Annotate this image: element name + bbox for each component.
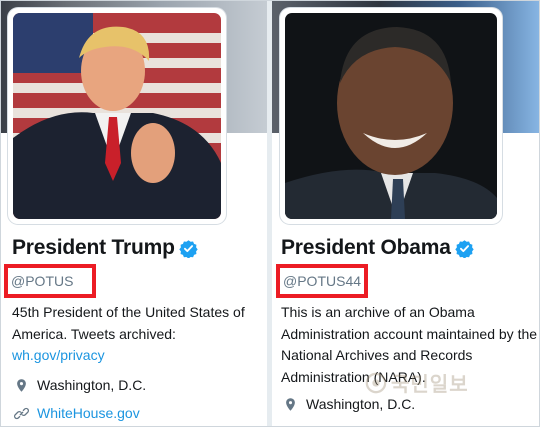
location-text: Washington, D.C. (306, 396, 416, 412)
profile-card-obama: President Obama @POTUS44 This is an arch… (272, 0, 540, 427)
profile-name-row: President Obama (281, 236, 474, 260)
avatar[interactable] (8, 8, 226, 224)
bio-link[interactable]: wh.gov/privacy (12, 347, 105, 363)
profile-card-trump: President Trump @POTUS 45th President of… (0, 0, 267, 427)
bio-line: Administration (NARA). (281, 368, 426, 385)
bio-line: America. Tweets archived: (12, 325, 176, 342)
link-icon (14, 407, 29, 419)
verified-badge-icon (455, 239, 474, 258)
profile-bio: 45th President of the United States of A… (12, 302, 263, 367)
bio-line: This is an archive of an Obama (281, 304, 475, 320)
website-link[interactable]: WhiteHouse.gov (37, 405, 140, 421)
profile-name[interactable]: President Obama (281, 236, 451, 260)
profile-name-row: President Trump (12, 236, 198, 260)
profile-name[interactable]: President Trump (12, 236, 175, 260)
location-pin-icon (286, 397, 295, 411)
profile-photo-obama (285, 13, 497, 219)
profile-website: WhiteHouse.gov (14, 405, 140, 421)
profile-location: Washington, D.C. (14, 377, 146, 393)
location-pin-icon (17, 378, 26, 392)
bio-line: 45th President of the United States of (12, 304, 245, 320)
profile-handle[interactable]: @POTUS (11, 273, 73, 289)
handle-highlight-box: @POTUS44 (276, 264, 368, 298)
profile-location: Washington, D.C. (283, 396, 415, 412)
profile-handle[interactable]: @POTUS44 (283, 273, 361, 289)
profile-photo-trump (13, 13, 221, 219)
bio-line: Administration account maintained by the (281, 325, 538, 342)
avatar[interactable] (280, 8, 502, 224)
verified-badge-icon (179, 239, 198, 258)
profile-bio: This is an archive of an Obama Administr… (281, 302, 538, 388)
location-text: Washington, D.C. (37, 377, 147, 393)
bio-line: National Archives and Records (281, 347, 473, 363)
handle-highlight-box: @POTUS (4, 264, 96, 298)
